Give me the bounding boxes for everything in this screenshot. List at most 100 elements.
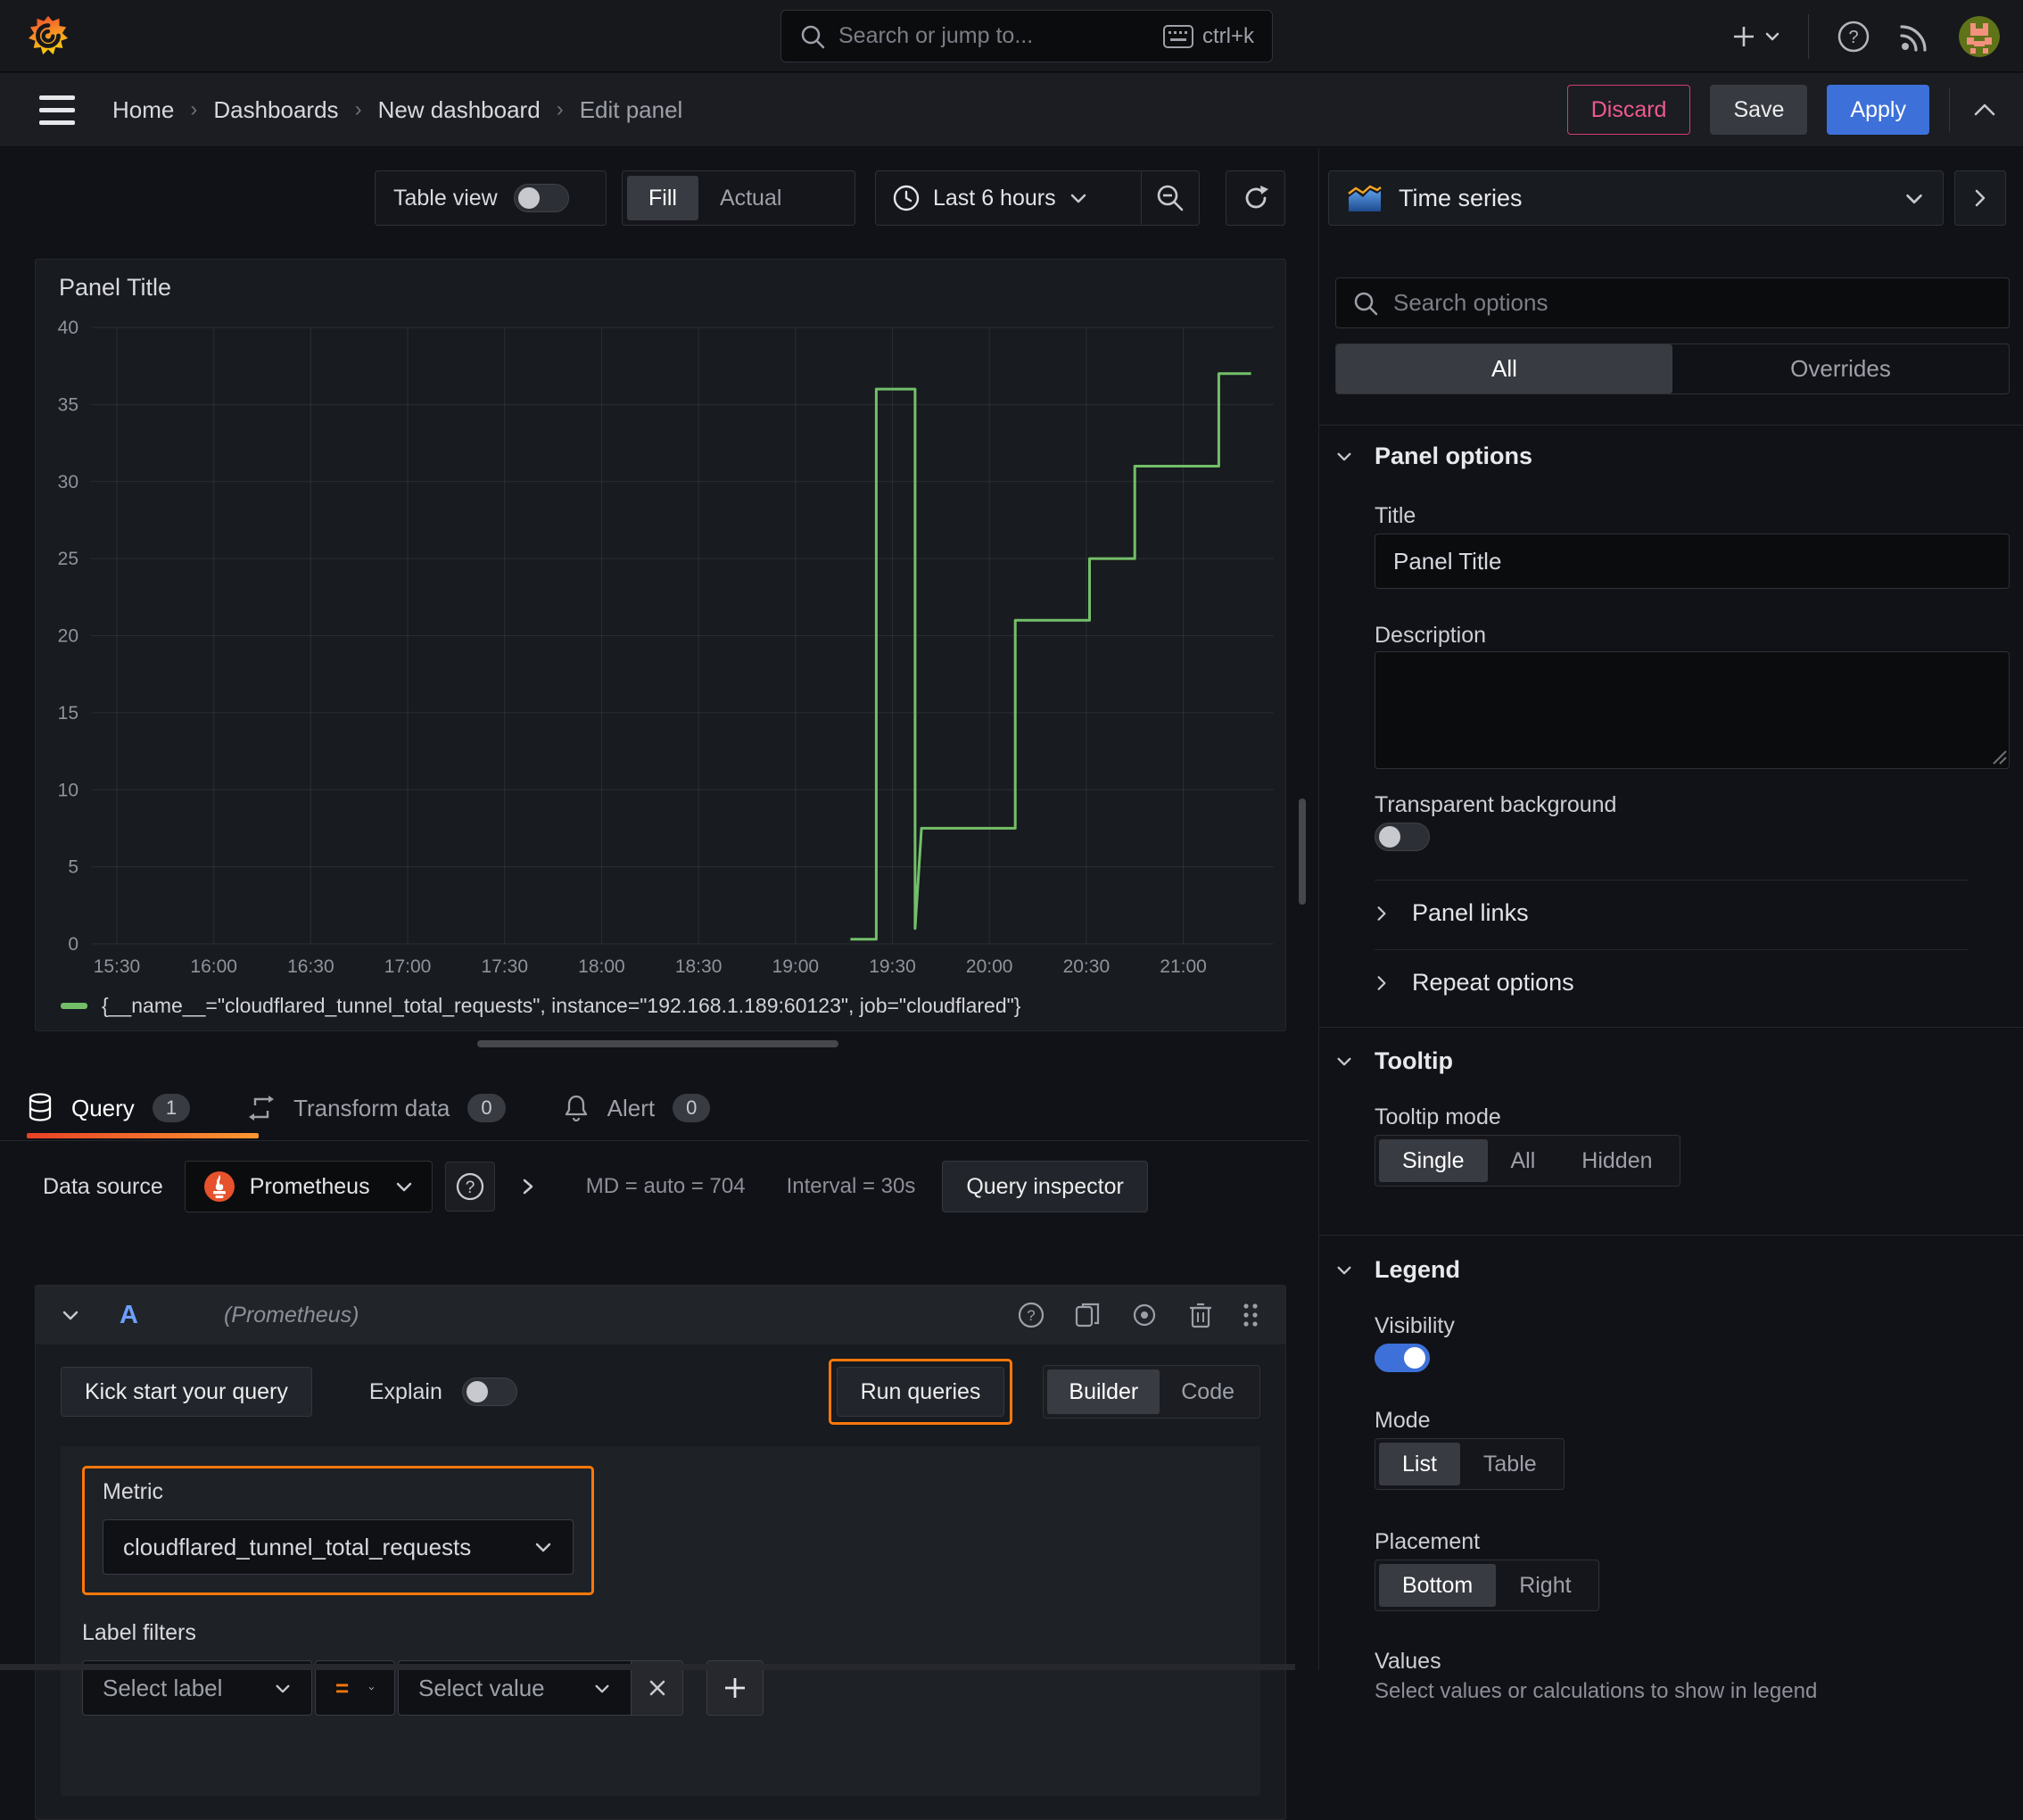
- new-dropdown-button[interactable]: [1731, 23, 1781, 50]
- legend-header[interactable]: Legend: [1335, 1256, 1460, 1284]
- datasource-picker[interactable]: Prometheus: [184, 1161, 433, 1212]
- tab-transform-data[interactable]: Transform data 0: [247, 1094, 506, 1122]
- breadcrumb-home[interactable]: Home: [112, 96, 174, 124]
- legend-placement-right[interactable]: Right: [1496, 1564, 1594, 1607]
- tab-overrides[interactable]: Overrides: [1672, 344, 2009, 393]
- run-queries-highlight: Run queries: [828, 1359, 1013, 1425]
- pane-resize-handle[interactable]: [477, 1040, 838, 1047]
- explain-label: Explain: [368, 1378, 442, 1404]
- query-row-header[interactable]: A (Prometheus) ?: [36, 1286, 1285, 1344]
- legend-mode-segment: List Table: [1375, 1438, 1565, 1490]
- news-rss-icon[interactable]: [1898, 20, 1932, 54]
- table-view-toggle[interactable]: [513, 184, 569, 212]
- time-series-chart[interactable]: 0 5 10 15 20 25 30 35 40 15:30 16:00 16:30 17:00 17:3…: [43, 317, 1283, 981]
- apply-button[interactable]: Apply: [1827, 85, 1929, 135]
- svg-text:19:00: 19:00: [772, 956, 820, 977]
- panel-title-input[interactable]: [1375, 534, 2010, 589]
- legend-mode-list[interactable]: List: [1379, 1443, 1460, 1485]
- panel-links-section[interactable]: Panel links: [1375, 899, 1529, 927]
- legend-series-label[interactable]: {__name__="cloudflared_tunnel_total_requ…: [102, 994, 1020, 1018]
- panel-options-header[interactable]: Panel options: [1335, 443, 1532, 470]
- tooltip-mode-single[interactable]: Single: [1379, 1139, 1488, 1182]
- tooltip-header[interactable]: Tooltip: [1335, 1047, 1453, 1075]
- fill-actual-segment: Fill Actual: [622, 170, 855, 226]
- legend-placement-label: Placement: [1375, 1529, 1481, 1554]
- builder-option[interactable]: Builder: [1047, 1369, 1160, 1414]
- expand-options-chevron-icon[interactable]: [520, 1176, 536, 1197]
- legend-values-hint: Select values or calculations to show in…: [1375, 1679, 1818, 1703]
- zoom-out-time-icon[interactable]: [1142, 183, 1199, 213]
- collapse-chevron-icon[interactable]: [61, 1308, 80, 1322]
- drag-handle-grip-icon[interactable]: [1241, 1300, 1260, 1330]
- horizontal-scrollbar-track[interactable]: [0, 1664, 1295, 1670]
- fill-option[interactable]: Fill: [627, 176, 698, 220]
- breadcrumb-dashboards[interactable]: Dashboards: [213, 96, 338, 124]
- svg-text:21:00: 21:00: [1160, 956, 1207, 977]
- collapse-options-pane-button[interactable]: [1954, 170, 2006, 226]
- query-inspector-button[interactable]: Query inspector: [942, 1161, 1148, 1212]
- query-help-icon[interactable]: ?: [1016, 1300, 1046, 1330]
- textarea-resize-handle[interactable]: [1990, 748, 2008, 765]
- breadcrumb-new-dashboard[interactable]: New dashboard: [378, 96, 541, 124]
- global-search-box[interactable]: ctrl+k: [780, 10, 1273, 62]
- time-range-picker[interactable]: Last 6 hours: [876, 184, 1141, 212]
- edit-pane: Table view Fill Actual Last 6 hours Pane…: [0, 148, 1309, 1820]
- svg-text:5: 5: [68, 857, 78, 878]
- prometheus-icon: [203, 1171, 235, 1203]
- user-avatar[interactable]: [1959, 15, 2000, 57]
- repeat-options-section[interactable]: Repeat options: [1375, 969, 1574, 997]
- legend-visibility-toggle[interactable]: [1375, 1344, 1430, 1372]
- code-option[interactable]: Code: [1160, 1369, 1256, 1414]
- explain-toggle[interactable]: [461, 1377, 517, 1406]
- chevron-down-icon: [595, 1684, 609, 1692]
- collapse-pane-chevron-up-icon[interactable]: [1969, 99, 2000, 120]
- nav-bar: Home › Dashboards › New dashboard › Edit…: [0, 73, 2023, 147]
- grafana-logo-icon[interactable]: [27, 14, 70, 57]
- help-icon[interactable]: ?: [1836, 19, 1871, 54]
- search-options-input[interactable]: [1393, 289, 1993, 317]
- save-button[interactable]: Save: [1710, 85, 1808, 135]
- tab-alert[interactable]: Alert 0: [563, 1093, 711, 1123]
- datasource-help-button[interactable]: ?: [444, 1162, 495, 1212]
- transparent-background-toggle[interactable]: [1375, 823, 1430, 851]
- legend-series-swatch[interactable]: [61, 1003, 87, 1009]
- bell-icon: [563, 1093, 590, 1123]
- delete-query-trash-icon[interactable]: [1187, 1300, 1214, 1330]
- global-search-input[interactable]: [838, 23, 1151, 49]
- chevron-down-icon: [1337, 1266, 1351, 1275]
- duplicate-query-icon[interactable]: [1073, 1300, 1102, 1330]
- visualization-picker[interactable]: Time series: [1328, 170, 1944, 226]
- svg-text:10: 10: [58, 780, 78, 800]
- tab-query[interactable]: Query 1: [27, 1093, 191, 1123]
- tab-all[interactable]: All: [1336, 344, 1672, 393]
- tooltip-mode-hidden[interactable]: Hidden: [1558, 1139, 1675, 1182]
- shortcut-hint: ctrl+k: [1162, 24, 1254, 49]
- actual-option[interactable]: Actual: [698, 176, 803, 220]
- panel-title[interactable]: Panel Title: [59, 274, 171, 302]
- toggle-visibility-eye-icon[interactable]: [1128, 1302, 1160, 1328]
- vertical-scrollbar-thumb[interactable]: [1299, 798, 1306, 905]
- alert-count-badge: 0: [673, 1094, 711, 1122]
- query-options-summary[interactable]: MD = auto = 704 Interval = 30s: [586, 1174, 916, 1199]
- transform-count-badge: 0: [467, 1094, 506, 1122]
- legend-values-label: Values: [1375, 1649, 1441, 1674]
- chevron-down-icon: [1906, 194, 1922, 203]
- query-builder-area: Metric cloudflared_tunnel_total_requests…: [61, 1446, 1260, 1796]
- refresh-dashboard-button[interactable]: [1226, 170, 1285, 226]
- table-view-control: Table view: [375, 170, 607, 226]
- legend-placement-bottom[interactable]: Bottom: [1379, 1564, 1497, 1607]
- legend-mode-table[interactable]: Table: [1460, 1443, 1560, 1485]
- discard-button[interactable]: Discard: [1566, 85, 1691, 135]
- metric-select[interactable]: cloudflared_tunnel_total_requests: [103, 1519, 574, 1575]
- description-textarea[interactable]: [1375, 651, 2010, 769]
- mega-menu-toggle-icon[interactable]: [39, 95, 75, 125]
- search-options-box[interactable]: [1335, 277, 2010, 328]
- tooltip-mode-segment: Single All Hidden: [1375, 1135, 1680, 1187]
- panel-preview: Panel Title 0 5 10 15 20 25 30 35 40 15:30 16:00 16…: [35, 259, 1286, 1031]
- topbar-divider: [1808, 13, 1809, 59]
- tooltip-mode-all[interactable]: All: [1488, 1139, 1559, 1182]
- kick-start-query-button[interactable]: Kick start your query: [61, 1367, 312, 1417]
- datasource-row: Data source Prometheus ? MD = auto = 704…: [43, 1161, 1267, 1212]
- svg-text:16:00: 16:00: [190, 956, 237, 977]
- run-queries-button[interactable]: Run queries: [836, 1367, 1005, 1417]
